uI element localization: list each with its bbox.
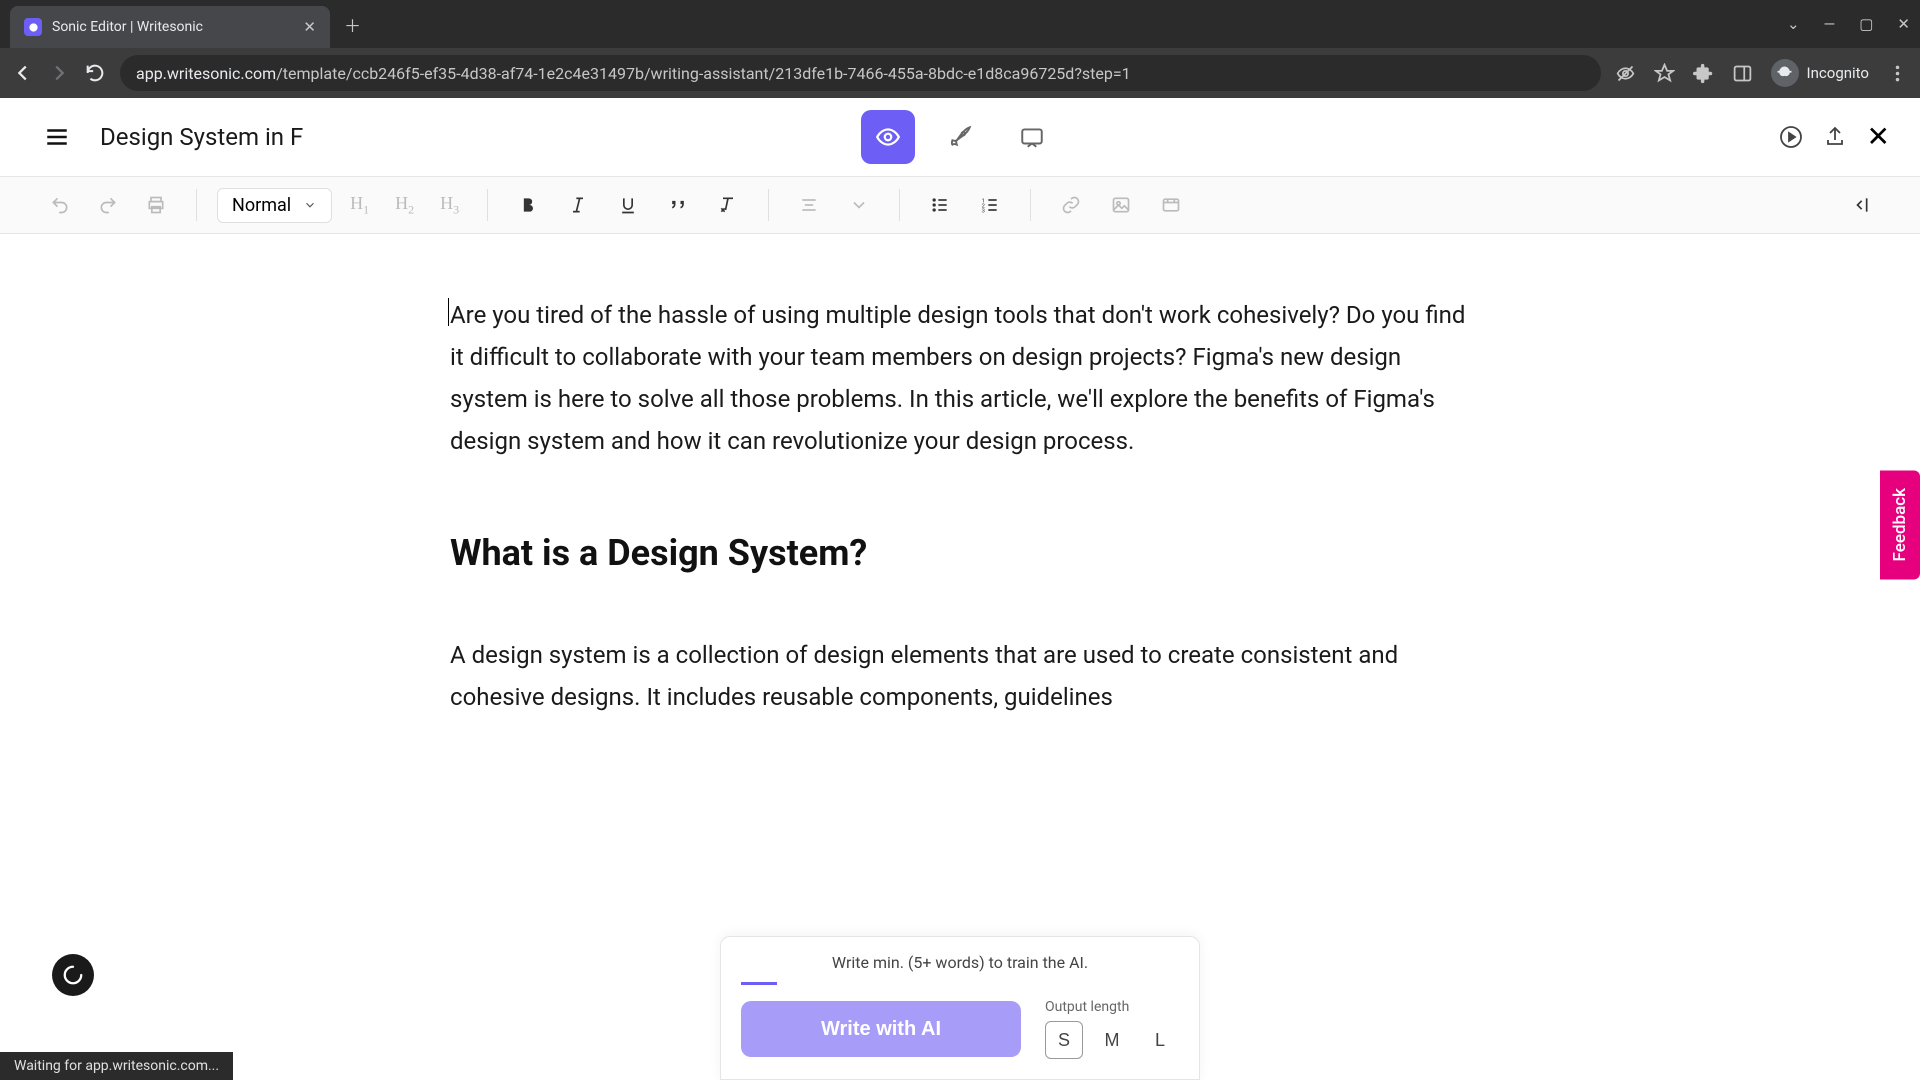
video-button[interactable] [1151, 185, 1191, 225]
svg-text:3: 3 [982, 209, 985, 215]
status-bar: Waiting for app.writesonic.com... [0, 1052, 233, 1080]
editor-toolbar: Normal H1 H2 H3 123 [0, 176, 1920, 234]
close-window-icon[interactable]: ✕ [1897, 15, 1910, 33]
tab-title: Sonic Editor | Writesonic [52, 19, 293, 35]
bookmark-icon[interactable] [1654, 63, 1675, 84]
url-input[interactable]: app.writesonic.com/template/ccb246f5-ef3… [120, 55, 1601, 91]
loading-spinner [52, 954, 94, 996]
browser-tab-strip: Sonic Editor | Writesonic ✕ ＋ ⌄ — ▢ ✕ [0, 0, 1920, 48]
incognito-icon [1771, 59, 1799, 87]
undo-button[interactable] [40, 185, 80, 225]
url-domain: app.writesonic.com [136, 64, 276, 83]
link-button[interactable] [1051, 185, 1091, 225]
paragraph-1[interactable]: Are you tired of the hassle of using mul… [450, 294, 1470, 462]
output-length-label: Output length [1045, 999, 1179, 1015]
paragraph-2[interactable]: A design system is a collection of desig… [450, 634, 1470, 718]
numbered-list-button[interactable]: 123 [970, 185, 1010, 225]
window-controls: ⌄ — ▢ ✕ [1787, 15, 1910, 33]
new-tab-button[interactable]: ＋ [344, 12, 361, 37]
italic-button[interactable] [558, 185, 598, 225]
minimize-icon[interactable]: — [1824, 15, 1836, 33]
tracking-icon[interactable] [1615, 63, 1636, 84]
redo-button[interactable] [88, 185, 128, 225]
back-button[interactable] [12, 62, 34, 84]
bold-button[interactable] [508, 185, 548, 225]
image-button[interactable] [1101, 185, 1141, 225]
paragraph-style-select[interactable]: Normal [217, 188, 332, 223]
maximize-icon[interactable]: ▢ [1859, 15, 1873, 33]
browser-tab[interactable]: Sonic Editor | Writesonic ✕ [10, 6, 330, 48]
document-title[interactable]: Design System in F [100, 123, 303, 151]
length-m-button[interactable]: M [1093, 1021, 1131, 1059]
menu-icon[interactable] [1887, 63, 1908, 84]
feedback-tab[interactable]: Feedback [1880, 470, 1920, 579]
length-s-button[interactable]: S [1045, 1021, 1083, 1059]
ai-hint-text: Write min. (5+ words) to train the AI. [741, 953, 1179, 972]
chevron-down-icon[interactable]: ⌄ [1787, 15, 1800, 33]
incognito-label: Incognito [1807, 64, 1869, 82]
ai-progress-fill [741, 982, 777, 985]
write-with-ai-button[interactable]: Write with AI [741, 1001, 1021, 1057]
address-bar: app.writesonic.com/template/ccb246f5-ef3… [0, 48, 1920, 98]
h2-button[interactable]: H2 [387, 189, 422, 222]
align-dropdown-icon[interactable] [839, 185, 879, 225]
style-label: Normal [232, 195, 291, 216]
align-button[interactable] [789, 185, 829, 225]
sidepanel-icon[interactable] [1732, 63, 1753, 84]
app-header: Design System in F ✕ [0, 98, 1920, 176]
heading-1[interactable]: What is a Design System? [450, 532, 1470, 574]
chat-button[interactable] [1005, 110, 1059, 164]
h3-button[interactable]: H3 [432, 189, 467, 222]
preview-button[interactable] [861, 110, 915, 164]
collapse-sidebar-button[interactable] [1840, 185, 1880, 225]
url-path: /template/ccb246f5-ef35-4d38-af74-1e2c4e… [276, 64, 1130, 83]
reload-button[interactable] [84, 62, 106, 84]
forward-button[interactable] [48, 62, 70, 84]
favicon-icon [24, 18, 42, 36]
length-l-button[interactable]: L [1141, 1021, 1179, 1059]
play-icon[interactable] [1779, 125, 1803, 149]
underline-button[interactable] [608, 185, 648, 225]
h1-button[interactable]: H1 [342, 189, 377, 222]
ai-progress-track [741, 982, 1179, 985]
share-icon[interactable] [1823, 125, 1847, 149]
bullet-list-button[interactable] [920, 185, 960, 225]
incognito-badge[interactable]: Incognito [1771, 59, 1869, 87]
quote-button[interactable] [658, 185, 698, 225]
tab-close-icon[interactable]: ✕ [303, 18, 316, 36]
hamburger-menu[interactable] [44, 124, 70, 150]
close-app-button[interactable]: ✕ [1867, 120, 1890, 153]
extensions-icon[interactable] [1693, 63, 1714, 84]
print-button[interactable] [136, 185, 176, 225]
rocket-button[interactable] [933, 110, 987, 164]
ai-write-panel: Write min. (5+ words) to train the AI. W… [720, 936, 1200, 1080]
clear-format-button[interactable] [708, 185, 748, 225]
